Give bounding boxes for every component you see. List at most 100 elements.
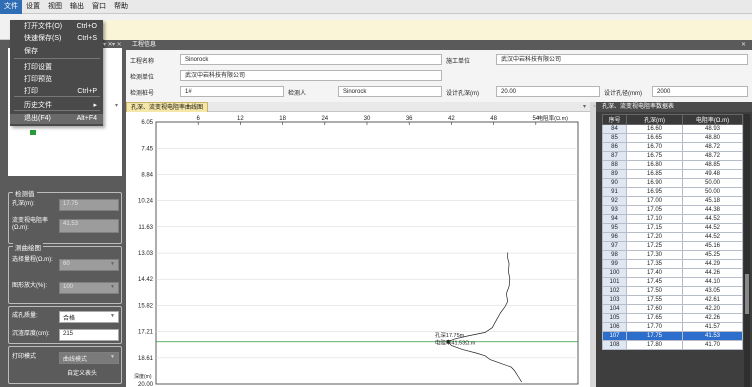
file-menu-item[interactable]: 打开文件(O) Ctrl+O <box>10 22 103 32</box>
cell-index: 85 <box>602 133 627 143</box>
table-row[interactable]: 88 16.80 48.85 <box>602 160 743 170</box>
custom-header-button[interactable]: 自定义表头 <box>67 371 97 378</box>
pin-icon[interactable]: ▾ <box>593 102 596 112</box>
resistivity-chart: 6 12 18 24 30 36 42 48 54电阻率(Ω.m)6.057.458.8410.… <box>134 114 579 387</box>
table-row[interactable]: 84 16.60 48.93 <box>602 124 743 134</box>
file-menu-item[interactable]: 打印设置 <box>10 63 103 73</box>
chart-panel: 孔深、流变视电阻率曲线图 ▾ 6 12 18 24 30 36 42 48 54 电阻率(Ω.m)… <box>126 102 590 387</box>
menu-help[interactable]: 帮助 <box>110 0 132 14</box>
table-row[interactable]: 97 17.25 45.16 <box>602 241 743 251</box>
test-unit-field[interactable]: 武汉中岩科技有限公司 <box>180 70 442 81</box>
cell-depth: 17.60 <box>626 304 683 314</box>
menu-output[interactable]: 输出 <box>66 0 88 14</box>
table-scrollbar[interactable] <box>744 114 750 387</box>
table-row[interactable]: 108 17.80 41.70 <box>602 340 743 350</box>
cell-resistivity: 48.93 <box>682 124 743 134</box>
project-name-field[interactable]: Sinorock <box>180 54 442 65</box>
tester-field[interactable]: Sinorock <box>338 86 442 97</box>
cell-index: 84 <box>602 124 627 134</box>
table-row[interactable]: 94 17.10 44.52 <box>602 214 743 224</box>
cell-index: 97 <box>602 241 627 251</box>
table-row[interactable]: 85 16.65 48.80 <box>602 133 743 143</box>
menu-item-shortcut: Alt+F4 <box>76 115 97 122</box>
table-row[interactable]: 96 17.20 44.52 <box>602 232 743 242</box>
table-row[interactable]: 86 16.70 48.72 <box>602 142 743 152</box>
cell-index: 104 <box>602 304 627 314</box>
table-row[interactable]: 92 17.00 45.18 <box>602 196 743 206</box>
zoom-value: 100 <box>63 284 74 290</box>
cell-resistivity: 43.05 <box>682 286 743 296</box>
y-tick-label: 11.63 <box>138 225 153 231</box>
table-row[interactable]: 95 17.15 44.52 <box>602 223 743 233</box>
table-row[interactable]: 107 17.75 41.53 <box>602 331 743 341</box>
table-row[interactable]: 106 17.70 41.57 <box>602 322 743 332</box>
quality-value: 合格 <box>63 316 76 322</box>
measure-group-title: 检测值 <box>13 188 37 198</box>
cell-resistivity: 48.85 <box>682 160 743 170</box>
table-row[interactable]: 99 17.35 44.29 <box>602 259 743 269</box>
x-tick-label: 48 <box>490 116 497 122</box>
file-menu-item[interactable]: 打印预览 <box>10 75 103 85</box>
table-row[interactable]: 91 16.95 50.00 <box>602 187 743 197</box>
design-depth-field[interactable]: 20.00 <box>496 86 600 97</box>
menu-item-label: 打印设置 <box>24 64 52 71</box>
table-row[interactable]: 90 16.90 50.00 <box>602 178 743 188</box>
data-table: 序号 孔深(m) 电阻率(Ω.m) 84 16.60 48.93 85 16.65 48.… <box>602 114 743 350</box>
table-row[interactable]: 93 17.05 44.38 <box>602 205 743 215</box>
y-tick-label: 14.42 <box>138 277 154 283</box>
menu-view[interactable]: 视图 <box>44 0 66 14</box>
menu-file[interactable]: 文件 <box>0 0 22 14</box>
build-unit-field[interactable]: 武汉中岩科技有限公司 <box>496 54 748 65</box>
design-dia-field[interactable]: 2000 <box>652 86 748 97</box>
menu-item-label: 打印预览 <box>24 76 52 83</box>
col-header-resistivity[interactable]: 电阻率(Ω.m) <box>682 114 743 125</box>
cell-resistivity: 49.48 <box>682 169 743 179</box>
menu-settings[interactable]: 设置 <box>22 0 44 14</box>
table-row[interactable]: 105 17.65 42.26 <box>602 313 743 323</box>
y-tick-label: 18.61 <box>138 356 154 362</box>
zoom-select[interactable]: 100 ▼ <box>59 282 119 294</box>
chart-tab[interactable]: 孔深、流变视电阻率曲线图 <box>126 102 209 112</box>
print-mode-select[interactable]: 曲线模式 ▼ <box>59 352 119 364</box>
scale-value: 60 <box>63 261 70 267</box>
sediment-field[interactable]: 215 <box>59 329 119 341</box>
cell-index: 102 <box>602 286 627 296</box>
file-menu-item[interactable]: 保存 <box>10 47 103 57</box>
cell-index: 96 <box>602 232 627 242</box>
table-row[interactable]: 87 16.75 48.72 <box>602 151 743 161</box>
cell-resistivity: 42.26 <box>682 313 743 323</box>
close-icon[interactable]: ✕ <box>741 40 746 50</box>
scale-select[interactable]: 60 ▼ <box>59 259 119 271</box>
table-row[interactable]: 100 17.40 44.26 <box>602 268 743 278</box>
file-menu-item[interactable]: 快速保存(S) Ctrl+S <box>10 34 103 44</box>
cell-index: 100 <box>602 268 627 278</box>
cell-resistivity: 41.53 <box>682 331 743 341</box>
table-row[interactable]: 102 17.50 43.05 <box>602 286 743 296</box>
table-row[interactable]: 104 17.60 42.20 <box>602 304 743 314</box>
info-header: ▾ ✕ 工程信息 ✕ <box>112 40 752 50</box>
table-row[interactable]: 98 17.30 45.25 <box>602 250 743 260</box>
col-header-depth[interactable]: 孔深(m) <box>626 114 683 125</box>
cell-index: 95 <box>602 223 627 233</box>
depth-field[interactable]: 17.75 <box>59 199 119 211</box>
cell-depth: 17.05 <box>626 205 683 215</box>
table-row[interactable]: 101 17.45 44.10 <box>602 277 743 287</box>
x-tick-label: 18 <box>279 116 286 122</box>
hole-no-field[interactable]: 1# <box>180 86 284 97</box>
scrollbar-thumb[interactable] <box>745 274 749 314</box>
menu-window[interactable]: 窗口 <box>88 0 110 14</box>
table-row[interactable]: 103 17.55 42.61 <box>602 295 743 305</box>
y-tick-label: 15.82 <box>138 303 154 309</box>
menu-item-label: 打印 <box>24 88 38 95</box>
pin-icon[interactable]: ▾ ✕ <box>112 40 122 50</box>
file-menu-item[interactable]: 退出(F4) Alt+F4 <box>10 114 103 124</box>
chevron-icon[interactable]: ▾ <box>115 102 118 109</box>
quality-select[interactable]: 合格 ▼ <box>59 311 119 323</box>
col-header-index[interactable]: 序号 <box>602 114 627 125</box>
pin-icon[interactable]: ▾ <box>583 102 586 112</box>
resistivity-field[interactable]: 41.53 <box>59 219 119 233</box>
cell-depth: 16.80 <box>626 160 683 170</box>
cell-resistivity: 48.72 <box>682 142 743 152</box>
table-row[interactable]: 89 16.85 49.48 <box>602 169 743 179</box>
resistivity-label: 流变视电阻率(Ω.m): <box>12 218 49 231</box>
